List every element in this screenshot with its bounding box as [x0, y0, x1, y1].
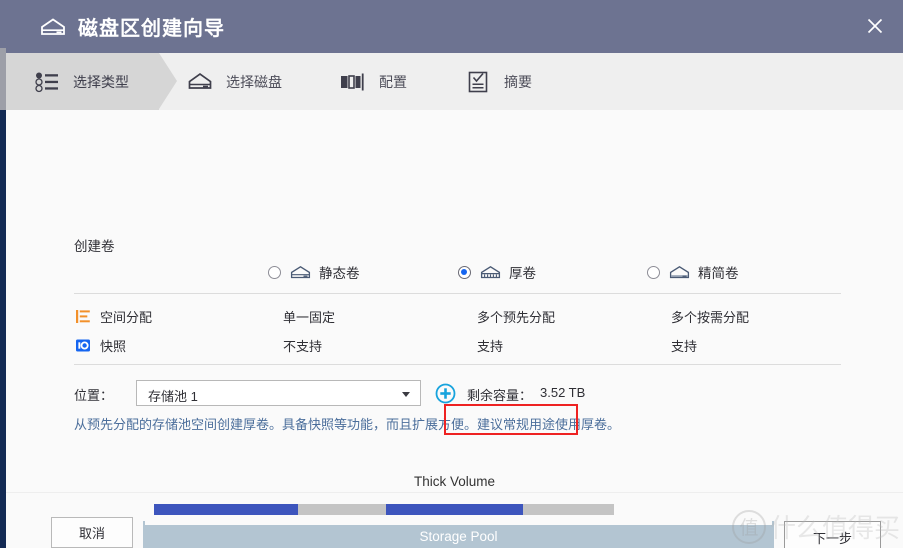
dialog-title: 磁盘区创建向导	[78, 18, 225, 40]
thick-volume-icon	[480, 264, 501, 280]
next-button[interactable]: 下一步	[784, 521, 881, 548]
storage-pool-bar-label: Storage Pool	[419, 529, 498, 544]
plus-circle-icon[interactable]	[435, 383, 456, 404]
diagram-top-label: Thick Volume	[413, 474, 496, 489]
volume-bar-used	[154, 504, 298, 515]
section-title: 创建卷	[74, 239, 115, 254]
wizard-step-label: 选择磁盘	[226, 73, 282, 90]
volume-type-label: 静态卷	[319, 266, 360, 281]
volume-type-option-static[interactable]: 静态卷	[268, 259, 360, 285]
dialog-title-bar: 磁盘区创建向导	[6, 0, 903, 53]
disk-icon	[185, 69, 215, 95]
feature-value: 支持	[671, 339, 698, 354]
radio-button[interactable]	[647, 265, 660, 279]
volume-description: 从预先分配的存储池空间创建厚卷。具备快照等功能，而且扩展方便。建议常规用途使用厚…	[74, 414, 620, 433]
thin-volume-icon	[669, 264, 690, 280]
cancel-button[interactable]: 取消	[51, 517, 133, 548]
feature-name: 快照	[100, 339, 127, 354]
volume-type-option-thick[interactable]: 厚卷	[458, 259, 536, 285]
wizard-step-label: 摘要	[504, 73, 532, 90]
feature-value: 不支持	[283, 339, 323, 354]
volume-type-option-thin[interactable]: 精简卷	[647, 259, 739, 285]
wizard-step-select-type[interactable]: 选择类型	[6, 53, 177, 110]
radio-button[interactable]	[268, 265, 281, 279]
location-label: 位置：	[74, 388, 114, 403]
wizard-content: 创建卷 静态卷 厚卷 精简卷 空间分配 单一固定 多个预先分配 多个按需分配 快…	[6, 110, 903, 548]
volume-type-label: 厚卷	[509, 266, 536, 281]
free-capacity-label: 剩余容量：	[467, 388, 533, 403]
radio-button[interactable]	[458, 265, 471, 279]
free-capacity-value: 3.52 TB	[540, 385, 586, 400]
divider-top	[74, 293, 841, 294]
wizard-step-bar: 选择类型 选择磁盘 配置 摘要	[6, 53, 903, 110]
volume-type-label: 精简卷	[698, 266, 739, 281]
chevron-down-icon	[402, 392, 410, 397]
feature-name: 空间分配	[100, 310, 153, 325]
wizard-step-select-disk[interactable]: 选择磁盘	[159, 53, 312, 110]
volume-bar	[154, 504, 386, 515]
volume-bar	[386, 504, 614, 515]
feature-row-snapshot: 快照 不支持 支持 支持	[74, 336, 841, 356]
description-text-after: 。	[607, 417, 621, 432]
storage-pool-select[interactable]: 存储池 1	[136, 380, 421, 406]
static-volume-icon	[290, 264, 311, 280]
divider-bottom	[74, 364, 841, 365]
feature-row-allocation: 空间分配 单一固定 多个预先分配 多个按需分配	[74, 307, 841, 327]
storage-pool-bar: Storage Pool	[144, 525, 773, 548]
description-highlight: 建议常规用途使用厚卷	[477, 417, 608, 432]
wizard-step-label: 配置	[379, 73, 407, 90]
feature-value: 多个预先分配	[477, 310, 556, 325]
list-bullets-icon	[32, 69, 62, 95]
volume-icon	[38, 16, 68, 38]
volume-type-radio-group: 静态卷 厚卷 精简卷	[74, 259, 841, 287]
volume-creation-wizard-dialog: 磁盘区创建向导 选择类型 选择磁盘 配置 摘要 创建卷 静态卷 厚卷 精简卷 空…	[6, 0, 903, 548]
feature-value: 单一固定	[283, 310, 336, 325]
storage-pool-selected-value: 存储池 1	[148, 389, 198, 404]
close-icon[interactable]	[859, 10, 891, 42]
snapshot-icon	[74, 337, 91, 353]
wizard-step-summary[interactable]: 摘要	[437, 53, 562, 110]
wizard-step-label: 选择类型	[73, 73, 129, 90]
feature-value: 多个按需分配	[671, 310, 750, 325]
description-text-before: 从预先分配的存储池空间创建厚卷。具备快照等功能，而且扩展方便。	[74, 417, 478, 432]
allocation-icon	[74, 308, 91, 324]
sliders-icon	[338, 69, 368, 95]
footer-divider	[6, 492, 903, 493]
feature-value: 支持	[477, 339, 504, 354]
clipboard-check-icon	[463, 69, 493, 95]
wizard-step-configure[interactable]: 配置	[312, 53, 437, 110]
volume-bar-used	[386, 504, 523, 515]
